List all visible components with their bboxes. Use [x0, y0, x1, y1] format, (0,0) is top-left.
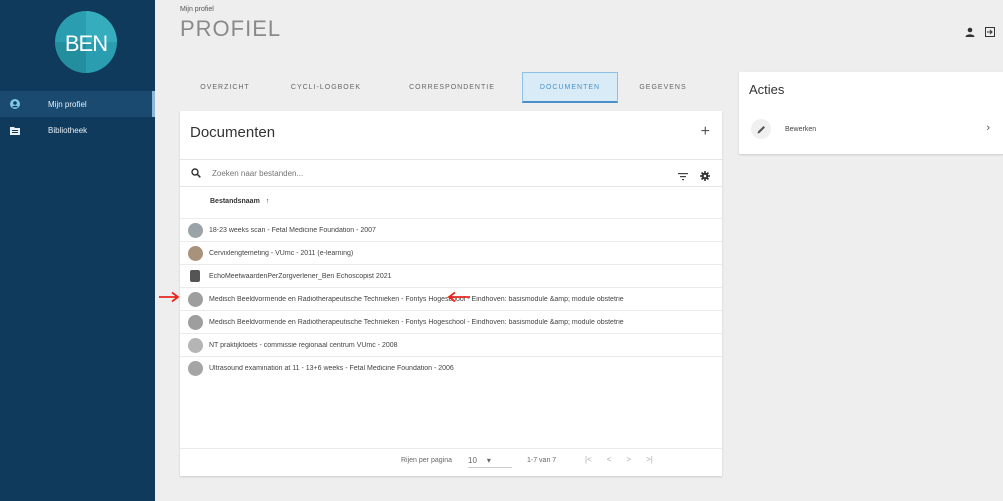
annotation-arrow-left-icon [447, 291, 471, 306]
rows-per-page-value: 10 [468, 456, 477, 465]
logout-icon[interactable] [985, 24, 995, 42]
tab-overzicht[interactable]: OVERZICHT [180, 72, 270, 103]
gear-icon[interactable] [700, 168, 710, 186]
first-page-icon[interactable]: |< [585, 455, 592, 464]
breadcrumb: Mijn profiel [180, 6, 214, 13]
table-row[interactable]: EchoMeetwaardenPerZorgverlener_Ben Echos… [180, 264, 722, 287]
tab-cycli-logboek[interactable]: CYCLI-LOGBOEK [270, 72, 382, 103]
filter-icon[interactable] [678, 168, 688, 186]
tab-correspondentie[interactable]: CORRESPONDENTIE [382, 72, 522, 103]
sidebar-item-label: Bibliotheek [48, 125, 88, 135]
profile-tabs: OVERZICHT CYCLI-LOGBOEK CORRESPONDENTIE … [180, 72, 722, 103]
document-thumbnail [188, 337, 203, 353]
prev-page-icon[interactable]: < [607, 455, 612, 464]
document-name: Medisch Beeldvormende en Radiotherapeuti… [209, 318, 624, 326]
document-name: NT praktijktoets - commissie regionaal c… [209, 341, 398, 349]
sidebar-item-bibliotheek[interactable]: Bibliotheek [0, 117, 155, 143]
top-icons [965, 24, 995, 42]
document-thumbnail [188, 222, 203, 238]
table-row[interactable]: Cervixlengtemeting - VUmc - 2011 (e-lear… [180, 241, 722, 264]
document-name: Ultrasound examination at 11 - 13+6 week… [209, 364, 454, 372]
pagination: Rijen per pagina 10 ▾ 1-7 van 7 |< < > >… [180, 448, 722, 472]
tab-gegevens[interactable]: GEGEVENS [618, 72, 708, 103]
user-icon[interactable] [965, 24, 975, 42]
add-document-button[interactable]: + [701, 123, 710, 141]
sidebar-item-mijn-profiel[interactable]: Mijn profiel [0, 91, 155, 117]
ben-logo[interactable]: BEN [54, 10, 118, 74]
document-name: Cervixlengtemeting - VUmc - 2011 (e-lear… [209, 249, 354, 257]
document-thumbnail [188, 360, 203, 376]
page-range: 1-7 van 7 [527, 457, 557, 464]
table-row[interactable]: Medisch Beeldvormende en Radiotherapeuti… [180, 310, 722, 333]
search-input[interactable] [212, 168, 632, 178]
rows-per-page-label: Rijen per pagina [401, 457, 452, 464]
sidebar: BEN Mijn profiel Bibliotheek [0, 0, 155, 501]
annotation-arrow-right-icon [158, 291, 180, 306]
document-file-icon [190, 270, 200, 282]
table-row[interactable]: Ultrasound examination at 11 - 13+6 week… [180, 356, 722, 379]
edit-action-label: Bewerken [785, 125, 817, 133]
last-page-icon[interactable]: >| [646, 455, 653, 464]
account-circle-icon [0, 99, 30, 109]
logo-area: BEN [0, 0, 155, 85]
folder-icon [0, 126, 30, 135]
column-header-bestandsnaam[interactable]: Bestandsnaam ↑ [210, 198, 269, 205]
column-header-label: Bestandsnaam [210, 198, 260, 205]
search-icon [180, 168, 212, 178]
sidebar-item-label: Mijn profiel [48, 99, 87, 109]
document-name: Medisch Beeldvormende en Radiotherapeuti… [209, 295, 624, 303]
document-thumbnail [188, 314, 203, 330]
documents-title: Documenten [190, 124, 276, 141]
pager-nav: |< < > >| [585, 455, 653, 464]
page-title: PROFIEL [180, 16, 282, 41]
actions-card: Acties Bewerken › [739, 72, 1003, 154]
table-row[interactable]: 18-23 weeks scan - Fetal Medicine Founda… [180, 218, 722, 241]
next-page-icon[interactable]: > [626, 455, 631, 464]
table-row[interactable]: NT praktijktoets - commissie regionaal c… [180, 333, 722, 356]
edit-action[interactable]: Bewerken › [739, 114, 1003, 144]
search-bar [180, 159, 722, 187]
document-name: EchoMeetwaardenPerZorgverlener_Ben Echos… [209, 272, 392, 280]
tab-documenten[interactable]: DOCUMENTEN [522, 72, 618, 103]
pencil-icon [751, 119, 771, 139]
document-name: 18-23 weeks scan - Fetal Medicine Founda… [209, 226, 376, 234]
caret-down-icon: ▾ [486, 456, 491, 465]
logo-text: BEN [65, 31, 107, 56]
document-thumbnail [188, 245, 203, 261]
sort-arrow-icon: ↑ [265, 198, 270, 205]
rows-per-page-select[interactable]: 10 ▾ [468, 454, 512, 468]
chevron-right-icon: › [986, 122, 990, 134]
actions-title: Acties [749, 82, 785, 97]
document-thumbnail [188, 291, 203, 307]
